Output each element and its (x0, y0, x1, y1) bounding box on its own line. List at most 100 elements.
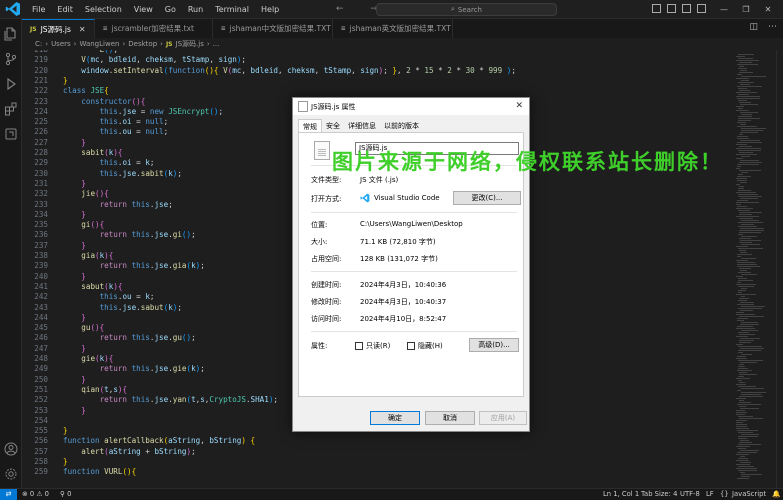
minimap-line (737, 164, 759, 165)
minimap-line (739, 62, 752, 63)
menu-help[interactable]: Help (255, 0, 285, 19)
close-tab-icon[interactable]: ✕ (79, 25, 86, 34)
line-number: 227 (34, 137, 48, 147)
minimap-line (739, 406, 746, 407)
menu-selection[interactable]: Selection (79, 0, 128, 19)
settings-gear-icon[interactable] (4, 467, 18, 481)
more-actions-icon[interactable]: ⋯ (768, 22, 777, 32)
source-control-icon[interactable] (4, 52, 18, 66)
cursor-position[interactable]: Ln 1, Col 1 (603, 489, 639, 500)
minimap-line (738, 248, 763, 249)
minimap-line (740, 362, 757, 363)
run-debug-icon[interactable] (4, 77, 18, 91)
menu-file[interactable]: File (26, 0, 51, 19)
minimap[interactable] (736, 50, 776, 488)
eol[interactable]: LF (706, 489, 714, 500)
breadcrumb-item[interactable]: Desktop (128, 40, 157, 48)
minimap-line (736, 312, 744, 313)
advanced-button[interactable]: 高级(D)... (469, 338, 519, 352)
hidden-checkbox[interactable] (407, 342, 415, 350)
apply-button[interactable]: 应用(A) (479, 411, 527, 425)
minimap-line (737, 262, 755, 263)
code-line: gie(k){ (81, 354, 114, 363)
breadcrumb-item[interactable]: JS源码.js (176, 39, 204, 49)
breadcrumb-item[interactable]: WangLiwen (79, 40, 119, 48)
restore-icon[interactable]: ❐ (735, 0, 757, 19)
minimap-line (738, 82, 754, 83)
tab-details[interactable]: 详细信息 (344, 119, 380, 132)
readonly-label: 只读(R) (366, 342, 391, 350)
minimap-line (736, 110, 749, 111)
toggle-secondary-sidebar-icon[interactable] (682, 4, 691, 13)
tab-size[interactable]: Tab Size: 4 (641, 489, 677, 500)
minimap-line (737, 142, 762, 143)
remote-explorer-icon[interactable] (4, 127, 18, 141)
breadcrumb-item[interactable]: Users (51, 40, 71, 48)
menu-edit[interactable]: Edit (51, 0, 79, 19)
line-number: 235 (34, 220, 48, 230)
notifications-bell-icon[interactable]: 🔔 (772, 489, 780, 500)
code-line: } (81, 209, 86, 219)
minimap-line (741, 394, 761, 395)
minimap-line (741, 296, 745, 297)
minimap-line (736, 92, 757, 93)
minimap-line (738, 108, 743, 109)
menu-go[interactable]: Go (159, 0, 182, 19)
tab-jshaman-en-result[interactable]: ≡ jshaman英文版加密结果.TXT (333, 19, 453, 38)
menu-terminal[interactable]: Terminal (209, 0, 255, 19)
account-icon[interactable] (4, 442, 18, 456)
breadcrumb-item[interactable]: ... (213, 40, 220, 48)
customize-layout-icon[interactable] (697, 4, 706, 13)
minimap-line (739, 268, 751, 269)
tab-js-source[interactable]: JS JS源码.js ✕ (22, 19, 95, 38)
ok-button[interactable]: 确定 (370, 411, 420, 425)
minimap-line (740, 472, 745, 473)
breadcrumb-js-icon: JS (165, 40, 173, 48)
command-center-search[interactable]: ⌕ Search (376, 3, 557, 16)
language-mode[interactable]: JavaScript (732, 489, 766, 500)
menu-run[interactable]: Run (182, 0, 209, 19)
minimap-line (737, 264, 757, 265)
minimap-line (737, 126, 757, 127)
problems-indicator[interactable]: ⊗ 0 ⚠ 0 (22, 489, 49, 500)
remote-indicator-icon[interactable]: ⇄ (0, 489, 17, 500)
minimap-line (741, 236, 757, 237)
toggle-panel-icon[interactable] (667, 4, 676, 13)
dialog-close-icon[interactable]: ✕ (515, 101, 523, 111)
cancel-button[interactable]: 取消 (425, 411, 475, 425)
language-braces-icon[interactable]: {} (720, 489, 729, 500)
change-button[interactable]: 更改(C)... (453, 191, 521, 205)
vscode-logo-icon[interactable] (5, 1, 21, 17)
minimap-line (738, 190, 751, 191)
tab-jscrambler-result[interactable]: ≡ jscrambler加密结果.txt (95, 19, 213, 38)
errors-count: 0 (29, 490, 35, 498)
toggle-sidebar-icon[interactable] (652, 4, 661, 13)
minimize-icon[interactable]: — (713, 0, 735, 19)
minimap-line (736, 398, 746, 399)
explorer-icon[interactable] (4, 27, 18, 41)
minimap-line (736, 148, 761, 149)
menu-view[interactable]: View (128, 0, 159, 19)
minimap-line (737, 166, 741, 167)
minimap-line (738, 100, 747, 101)
close-window-icon[interactable]: ✕ (757, 0, 779, 19)
minimap-line (741, 128, 766, 129)
minimap-line (736, 344, 743, 345)
minimap-line (738, 432, 753, 433)
minimap-line (741, 130, 763, 131)
readonly-checkbox[interactable] (355, 342, 363, 350)
minimap-line (736, 314, 755, 315)
breadcrumb-item[interactable]: C: (35, 40, 42, 48)
extensions-icon[interactable] (4, 102, 18, 116)
tab-previous-versions[interactable]: 以前的版本 (380, 119, 423, 132)
text-file-icon: ≡ (102, 25, 108, 32)
split-editor-icon[interactable]: ◫ (749, 22, 758, 32)
ports-indicator[interactable]: ⚲ 0 (60, 489, 71, 500)
tab-security[interactable]: 安全 (322, 119, 344, 132)
encoding[interactable]: UTF-8 (680, 489, 700, 500)
vertical-scrollbar[interactable] (776, 50, 783, 488)
tab-general[interactable]: 常规 (298, 119, 322, 132)
minimap-line (738, 272, 751, 273)
minimap-line (738, 308, 762, 309)
tab-jshaman-cn-result[interactable]: ≡ jshaman中文版加密结果.TXT (213, 19, 333, 38)
